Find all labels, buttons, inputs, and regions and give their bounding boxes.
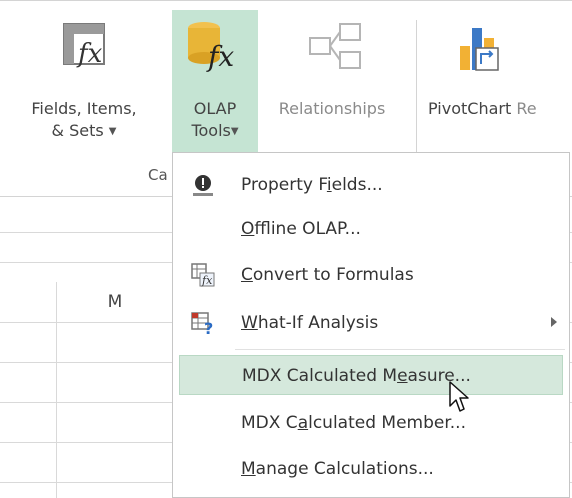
fields-items-sets-label-line1: Fields, Items, [31, 99, 137, 118]
menu-item-label: Property Fields... [241, 175, 383, 195]
mouse-pointer-icon [449, 381, 469, 412]
menu-item-manage-calculations[interactable]: Manage Calculations... [179, 449, 563, 489]
pivotchart-icon [460, 28, 499, 71]
olap-tools-button[interactable]: fx OLAP Tools▼ [172, 10, 258, 160]
ribbon-group-label: Ca [148, 166, 168, 184]
svg-text:fx: fx [206, 40, 234, 73]
olap-cube-fx-icon: fx [188, 22, 234, 73]
menu-item-property-fields[interactable]: Property Fields... [179, 165, 563, 205]
svg-text:?: ? [204, 319, 213, 335]
grid-column-line [56, 282, 57, 498]
menu-item-convert-to-formulas[interactable]: fx Convert to Formulas [179, 255, 563, 295]
fx-table-icon: fx [63, 23, 105, 69]
relationships-label: Relationships [278, 99, 386, 118]
fields-items-sets-label-line2: & Sets ▼ [51, 121, 117, 140]
menu-item-label: What-If Analysis [241, 313, 379, 333]
recommended-charts-label-clipped: Re [516, 99, 537, 118]
property-fields-icon [193, 175, 213, 196]
menu-separator [235, 349, 565, 350]
olap-tools-dropdown-menu: Property Fields... Offline OLAP... fx Co… [172, 152, 570, 498]
dropdown-caret-icon: ▼ [108, 126, 117, 137]
ribbon-group-separator [416, 20, 417, 172]
menu-item-mdx-calculated-measure[interactable]: MDX Calculated Measure... [179, 355, 563, 395]
menu-item-label: Offline OLAP... [241, 219, 361, 239]
menu-item-offline-olap[interactable]: Offline OLAP... [179, 209, 563, 249]
menu-item-mdx-calculated-member[interactable]: MDX Calculated Member... [179, 403, 563, 443]
column-header-m[interactable]: M [58, 282, 172, 322]
svg-text:fx: fx [201, 274, 213, 287]
olap-tools-label-line2: Tools▼ [191, 121, 239, 140]
menu-item-label: Manage Calculations... [241, 459, 434, 479]
menu-item-label: MDX Calculated Member... [241, 413, 466, 433]
menu-item-what-if-analysis[interactable]: ? What-If Analysis [179, 303, 563, 343]
what-if-icon: ? [191, 312, 213, 335]
dropdown-caret-icon: ▼ [230, 126, 239, 137]
menu-item-label: Convert to Formulas [241, 265, 414, 285]
fields-items-sets-button[interactable]: fx Fields, Items, & Sets ▼ [0, 10, 168, 180]
pivotchart-label: PivotChart Re [428, 99, 537, 118]
submenu-arrow-icon [551, 317, 557, 327]
relationships-icon [309, 23, 361, 69]
ribbon-top-border [0, 0, 572, 1]
olap-tools-label-line1: OLAP [193, 99, 237, 118]
menu-item-label: MDX Calculated Measure... [242, 366, 471, 386]
svg-text:fx: fx [76, 39, 103, 69]
convert-formulas-icon: fx [191, 263, 215, 287]
